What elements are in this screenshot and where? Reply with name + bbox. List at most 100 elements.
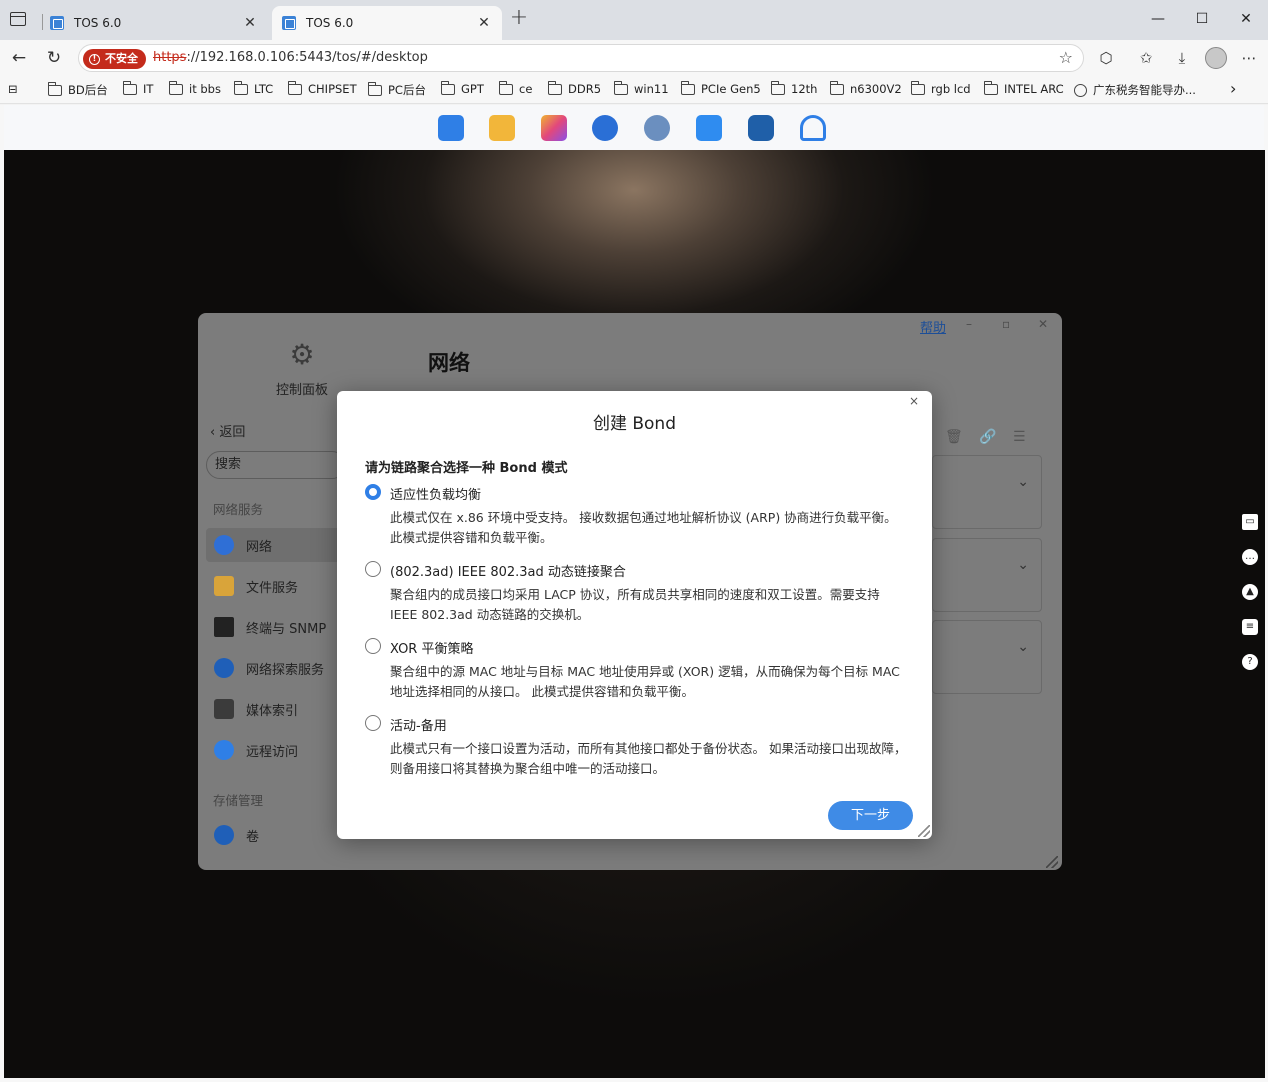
dialog-close-icon[interactable]: × xyxy=(909,394,919,408)
photos-icon[interactable] xyxy=(541,115,567,141)
bookmark-label: IT xyxy=(143,82,154,96)
bookmark-item[interactable]: win11 xyxy=(614,80,669,96)
bookmark-item[interactable]: GPT xyxy=(441,80,484,96)
file-manager-icon[interactable] xyxy=(489,115,515,141)
minimize-button[interactable]: — xyxy=(1138,8,1178,30)
bookmark-item[interactable]: 广东税务智能导办... xyxy=(1074,82,1196,98)
folder-icon xyxy=(169,80,183,95)
sidebar-item-volume[interactable]: 卷 xyxy=(206,818,346,852)
app-center-icon[interactable] xyxy=(438,115,464,141)
bookmarks-menu-icon[interactable]: ⊟ xyxy=(8,82,18,96)
sidebar-item-terminal-snmp[interactable]: 终端与 SNMP xyxy=(206,610,346,644)
help-link[interactable]: 帮助 xyxy=(920,317,946,336)
bookmark-label: 12th xyxy=(791,82,818,96)
refresh-icon[interactable]: ↻ xyxy=(42,46,66,70)
support-headset-icon[interactable] xyxy=(800,115,826,141)
option-label[interactable]: (802.3ad) IEEE 802.3ad 动态链接聚合 xyxy=(390,561,626,580)
chevron-down-icon[interactable]: ⌄ xyxy=(1017,474,1029,490)
settings-icon[interactable] xyxy=(644,115,670,141)
bookmark-item[interactable]: CHIPSET xyxy=(288,80,357,96)
cp-maximize-icon[interactable]: ▫ xyxy=(1002,317,1010,331)
sort-icon[interactable]: ☰ xyxy=(1013,429,1026,445)
sidebar-search-input[interactable]: 搜索 xyxy=(206,451,346,479)
window-resize-handle[interactable] xyxy=(1046,856,1058,868)
bookmark-item[interactable]: BD后台 xyxy=(48,81,108,98)
sidebar-item-network[interactable]: 网络 xyxy=(206,528,346,562)
back-arrow-icon[interactable]: ← xyxy=(7,46,31,70)
favorites-icon[interactable]: ✩ xyxy=(1134,46,1158,70)
chat-icon[interactable]: … xyxy=(1242,549,1258,565)
interface-card[interactable]: ⌄ xyxy=(932,538,1042,612)
bond-mode-prompt: 请为链路聚合选择一种 Bond 模式 xyxy=(365,461,568,476)
bookmarks-more-chevron-icon[interactable]: › xyxy=(1230,79,1236,98)
tab-close-icon[interactable]: ✕ xyxy=(242,15,258,31)
link-icon[interactable]: 🔗 xyxy=(979,429,996,445)
docker-icon[interactable] xyxy=(748,115,774,141)
back-link[interactable]: ‹ 返回 xyxy=(210,421,245,440)
bookmark-item[interactable]: DDR5 xyxy=(548,80,601,96)
bookmark-label: it bbs xyxy=(189,82,221,96)
back-label: 返回 xyxy=(219,425,246,440)
bookmark-item[interactable]: PC后台 xyxy=(368,81,426,98)
profile-avatar[interactable] xyxy=(1205,47,1227,69)
interface-card[interactable]: ⌄ xyxy=(932,620,1042,694)
radio-button[interactable] xyxy=(365,484,381,500)
help-icon[interactable]: ? xyxy=(1242,654,1258,670)
browser-toolbar: ← ↻ ! 不安全 https://192.168.0.106:5443/tos… xyxy=(0,40,1268,76)
favorite-star-icon[interactable]: ☆ xyxy=(1059,48,1073,67)
option-label[interactable]: XOR 平衡策略 xyxy=(390,638,473,657)
terminal-icon xyxy=(214,617,234,637)
bookmark-item[interactable]: n6300V2 xyxy=(830,80,902,96)
more-options-icon[interactable]: ⋯ xyxy=(1237,46,1261,70)
tab-close-icon[interactable]: ✕ xyxy=(476,15,492,31)
security-badge[interactable]: ! 不安全 xyxy=(83,49,146,69)
bookmark-label: LTC xyxy=(254,82,274,96)
bookmark-item[interactable]: ce xyxy=(499,80,532,96)
maximize-button[interactable]: ☐ xyxy=(1182,8,1222,30)
option-description: 此模式仅在 x.86 环境中受支持。 接收数据包通过地址解析协议 (ARP) 协… xyxy=(390,510,897,545)
cp-minimize-icon[interactable]: – xyxy=(966,317,972,331)
folder-icon xyxy=(771,80,785,95)
downloads-icon[interactable]: ⤓ xyxy=(1170,46,1194,70)
address-bar[interactable]: ! 不安全 https://192.168.0.106:5443/tos/#/d… xyxy=(78,44,1084,72)
sidebar-item-media-index[interactable]: 媒体索引 xyxy=(206,692,346,726)
sidebar-item-remote-access[interactable]: 远程访问 xyxy=(206,733,346,767)
sidebar-item-network-discovery[interactable]: 网络探索服务 xyxy=(206,651,346,685)
chevron-down-icon[interactable]: ⌄ xyxy=(1017,639,1029,655)
interface-card[interactable]: ⌄ xyxy=(932,455,1042,529)
radio-button[interactable] xyxy=(365,715,381,731)
bell-icon[interactable]: ▲ xyxy=(1242,584,1258,600)
backup-icon[interactable] xyxy=(592,115,618,141)
browser-tab-2[interactable]: TOS 6.0 ✕ xyxy=(272,6,502,40)
url-text[interactable]: https://192.168.0.106:5443/tos/#/desktop xyxy=(153,50,428,65)
bookmark-item[interactable]: PCIe Gen5 xyxy=(681,80,761,96)
option-label[interactable]: 适应性负载均衡 xyxy=(390,484,481,503)
bookmark-item[interactable]: 12th xyxy=(771,80,818,96)
radio-button[interactable] xyxy=(365,638,381,654)
bookmark-item[interactable]: rgb lcd xyxy=(911,80,971,96)
delete-icon[interactable]: 🗑 xyxy=(945,429,963,445)
bookmark-label: win11 xyxy=(634,82,669,96)
radio-button[interactable] xyxy=(365,561,381,577)
cp-close-icon[interactable]: ✕ xyxy=(1038,317,1048,331)
bookmark-item[interactable]: LTC xyxy=(234,80,274,96)
browser-tab-1[interactable]: TOS 6.0 ✕ xyxy=(40,6,268,40)
new-tab-button[interactable]: + xyxy=(508,7,530,30)
sidebar-item-label: 终端与 SNMP xyxy=(246,621,327,637)
window-close-button[interactable]: ✕ xyxy=(1226,8,1266,30)
bookmark-item[interactable]: IT xyxy=(123,80,154,96)
url-scheme: https xyxy=(153,50,187,65)
next-button[interactable]: 下一步 xyxy=(828,801,913,830)
option-label[interactable]: 活动-备用 xyxy=(390,715,447,734)
dialog-resize-handle[interactable] xyxy=(918,825,930,837)
task-icon[interactable]: ≡ xyxy=(1242,619,1258,635)
mail-icon[interactable] xyxy=(696,115,722,141)
bookmark-item[interactable]: INTEL ARC xyxy=(984,80,1064,96)
sidebar-item-file-services[interactable]: 文件服务 xyxy=(206,569,346,603)
tab-actions-icon[interactable] xyxy=(10,12,26,26)
chevron-down-icon[interactable]: ⌄ xyxy=(1017,557,1029,573)
monitor-icon[interactable]: ▭ xyxy=(1242,514,1258,530)
bookmark-item[interactable]: it bbs xyxy=(169,80,221,96)
file-service-icon xyxy=(214,576,234,596)
extensions-icon[interactable]: ⬡ xyxy=(1094,46,1118,70)
